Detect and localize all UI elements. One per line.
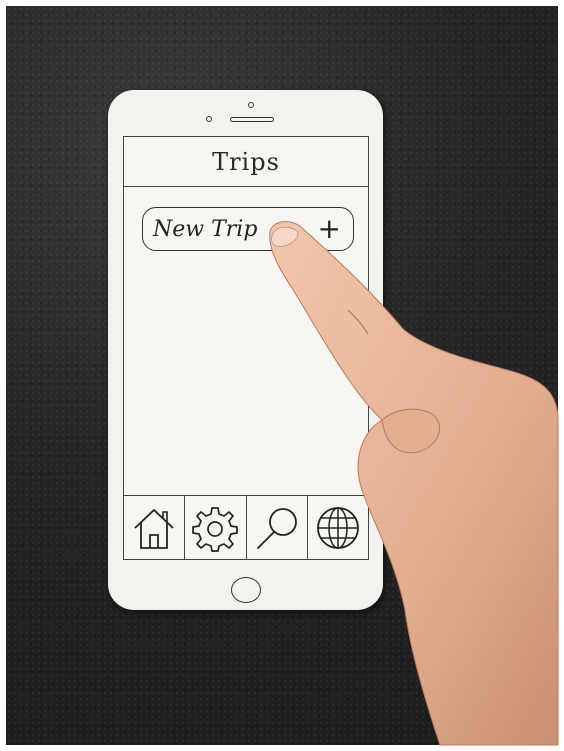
- title-bar: Trips: [124, 137, 368, 187]
- sensor-dot: [206, 116, 212, 122]
- gear-icon: [192, 506, 239, 552]
- paper-phone-prototype: Trips New Trip +: [108, 90, 383, 610]
- tab-globe[interactable]: [308, 496, 368, 559]
- plus-icon: +: [317, 212, 341, 245]
- new-trip-button[interactable]: New Trip +: [142, 207, 354, 251]
- tab-home[interactable]: [124, 496, 186, 559]
- photo-scene: Trips New Trip +: [6, 6, 558, 745]
- home-button[interactable]: [231, 577, 261, 603]
- tab-search[interactable]: [247, 496, 308, 559]
- new-trip-label: New Trip: [153, 216, 258, 242]
- search-icon: [256, 507, 297, 549]
- phone-screen: Trips New Trip +: [123, 136, 369, 560]
- tab-bar: [124, 495, 368, 559]
- camera-dot: [248, 102, 254, 108]
- globe-icon: [316, 506, 359, 549]
- page-title: Trips: [212, 147, 280, 176]
- tab-settings[interactable]: [185, 496, 247, 559]
- home-icon: [134, 508, 174, 549]
- speaker-slot: [230, 117, 274, 122]
